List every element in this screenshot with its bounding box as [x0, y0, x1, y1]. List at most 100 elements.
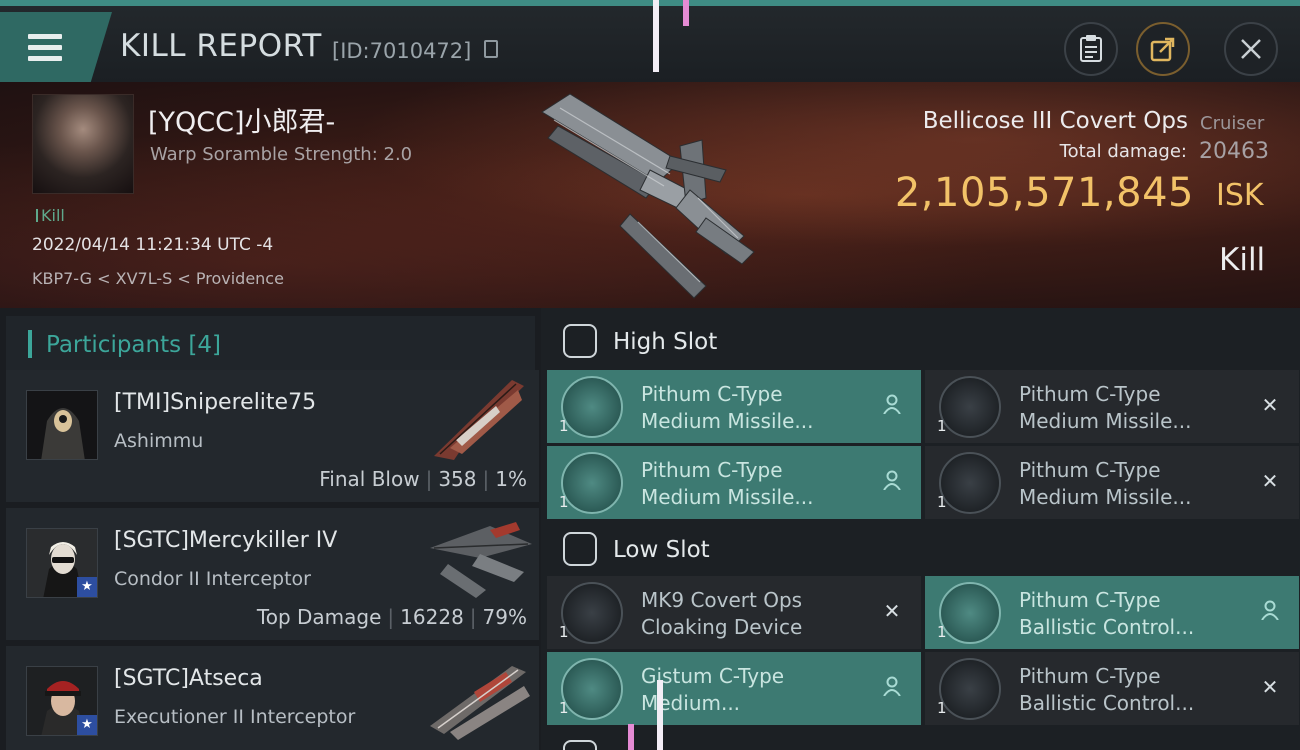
high-slot-label: High Slot: [613, 329, 718, 355]
close-icon: ✕: [1261, 675, 1279, 699]
close-icon: [1241, 39, 1261, 59]
module-subname: Medium...: [641, 691, 741, 715]
participant-avatar[interactable]: ★: [26, 528, 98, 598]
module-slot[interactable]: 1 Pithum C-Type Ballistic Control...: [925, 576, 1299, 649]
module-name: Pithum C-Type: [1019, 664, 1161, 688]
module-slot[interactable]: 1 Pithum C-Type Medium Missile...: [547, 446, 921, 519]
missile-launcher-icon: [939, 452, 1001, 514]
participant-ship: Executioner II Interceptor: [114, 706, 356, 728]
kill-timestamp: 2022/04/14 11:21:34 UTC -4: [32, 235, 274, 255]
person-icon: [881, 394, 903, 416]
participant-ship-image: [430, 666, 530, 740]
module-subname: Medium Missile...: [641, 409, 814, 433]
participant-avatar[interactable]: ★: [26, 666, 98, 736]
module-slot[interactable]: 1 MK9 Covert Ops Cloaking Device ✕: [547, 576, 921, 649]
module-name: Pithum C-Type: [1019, 382, 1161, 406]
person-icon: [881, 676, 903, 698]
victim-ship-name: Bellicose III Covert Ops: [922, 108, 1188, 134]
close-icon: ✕: [883, 599, 901, 623]
module-quantity: 1: [559, 417, 569, 435]
clipboard-button[interactable]: [1064, 22, 1118, 76]
participants-header: Participants [4]: [6, 316, 535, 370]
victim-avatar[interactable]: [32, 94, 134, 194]
missile-launcher-icon: [561, 376, 623, 438]
participant-ship: Ashimmu: [114, 430, 204, 452]
participant-portrait: [27, 391, 97, 459]
victim-ship-image: [541, 93, 755, 299]
close-icon: ✕: [1261, 469, 1279, 493]
participant-name[interactable]: [SGTC]Mercykiller IV: [114, 528, 337, 553]
total-damage-value: 20463: [1199, 139, 1269, 164]
low-slot-header: Low Slot: [547, 520, 1300, 578]
module-quantity: 1: [937, 417, 947, 435]
missile-launcher-icon: [939, 376, 1001, 438]
participant-name[interactable]: [TMI]Sniperelite75: [114, 390, 316, 415]
module-subname: Medium Missile...: [1019, 409, 1192, 433]
cloaking-device-icon: [561, 582, 623, 644]
module-subname: Medium Missile...: [1019, 485, 1192, 509]
module-slot[interactable]: 1 Pithum C-Type Medium Missile...: [547, 370, 921, 443]
kill-summary: [YQCC]小郎君- Warp Soramble Strength: 2.0 K…: [0, 82, 1300, 308]
module-subname: Ballistic Control...: [1019, 691, 1195, 715]
slot-icon: [563, 740, 597, 750]
kill-tag-label: Kill: [41, 206, 65, 225]
report-id: [ID:7010472]: [332, 39, 472, 63]
copy-icon[interactable]: [484, 40, 498, 58]
total-damage-label: Total damage:: [1059, 141, 1187, 162]
victim-name[interactable]: [YQCC]小郎君-: [148, 100, 335, 139]
isk-unit: ISK: [1216, 178, 1264, 213]
participant-avatar[interactable]: [26, 390, 98, 460]
module-slot[interactable]: 1 Pithum C-Type Medium Missile... ✕: [925, 370, 1299, 443]
module-name: Pithum C-Type: [641, 458, 783, 482]
top-bar: KILL REPORT [ID:7010472]: [0, 0, 1300, 86]
star-badge-icon: ★: [77, 577, 97, 597]
participants-label: Participants [4]: [46, 332, 221, 358]
module-name: Pithum C-Type: [1019, 588, 1161, 612]
close-button[interactable]: [1224, 22, 1278, 76]
menu-button[interactable]: [0, 12, 112, 86]
page-title: KILL REPORT: [120, 28, 322, 64]
participant-damage: 16228: [400, 605, 464, 629]
kill-location: KBP7-G < XV7L-S < Providence: [32, 269, 284, 288]
victim-ship-class: Cruiser: [1200, 113, 1265, 134]
participant-ship-image: [430, 522, 532, 598]
participant-percent: 79%: [482, 605, 527, 629]
share-button[interactable]: [1136, 22, 1190, 76]
module-quantity: 1: [937, 699, 947, 717]
module-slot[interactable]: 1 Pithum C-Type Medium Missile... ✕: [925, 446, 1299, 519]
module-quantity: 1: [937, 623, 947, 641]
touch-marker: [628, 724, 634, 750]
isk-value: 2,105,571,845: [894, 170, 1194, 216]
participant-ship: Condor II Interceptor: [114, 568, 311, 590]
participant-name[interactable]: [SGTC]Atseca: [114, 666, 263, 691]
participants-panel: Participants [4] [TMI]Sniperelite75 Ashi…: [0, 308, 541, 750]
warp-strength: Warp Soramble Strength: 2.0: [150, 144, 413, 165]
low-slot-icon: [563, 532, 597, 566]
touch-marker: [653, 0, 659, 72]
module-slot[interactable]: 1 Pithum C-Type Ballistic Control... ✕: [925, 652, 1299, 725]
module-quantity: 1: [937, 493, 947, 511]
participant-card[interactable]: [TMI]Sniperelite75 Ashimmu Final Blow | 35…: [6, 370, 539, 502]
module-slot[interactable]: 1 Gistum C-Type Medium...: [547, 652, 921, 725]
fitting-panel: High Slot 1 Pithum C-Type Medium Missile…: [541, 308, 1300, 750]
module-subname: Cloaking Device: [641, 615, 803, 639]
ballistic-control-icon: [939, 582, 1001, 644]
high-slot-header: High Slot: [547, 312, 1300, 370]
module-subname: Ballistic Control...: [1019, 615, 1195, 639]
module-quantity: 1: [559, 699, 569, 717]
participant-role: Final Blow: [319, 467, 420, 491]
low-slot-label: Low Slot: [613, 537, 710, 563]
module-name: Pithum C-Type: [1019, 458, 1161, 482]
module-name: Pithum C-Type: [641, 382, 783, 406]
touch-marker: [657, 680, 663, 750]
participant-card[interactable]: ★ [SGTC]Mercykiller IV Condor II Interce…: [6, 508, 539, 640]
participant-ship-image: [434, 380, 524, 460]
kill-result: Kill: [1219, 242, 1266, 278]
participant-card[interactable]: ★ [SGTC]Atseca Executioner II Intercepto…: [6, 646, 539, 750]
module-subname: Medium Missile...: [641, 485, 814, 509]
clipboard-icon: [1080, 35, 1102, 62]
ballistic-control-icon: [939, 658, 1001, 720]
kill-tag: Kill: [36, 206, 65, 225]
touch-marker: [683, 0, 689, 26]
person-icon: [1259, 600, 1281, 622]
